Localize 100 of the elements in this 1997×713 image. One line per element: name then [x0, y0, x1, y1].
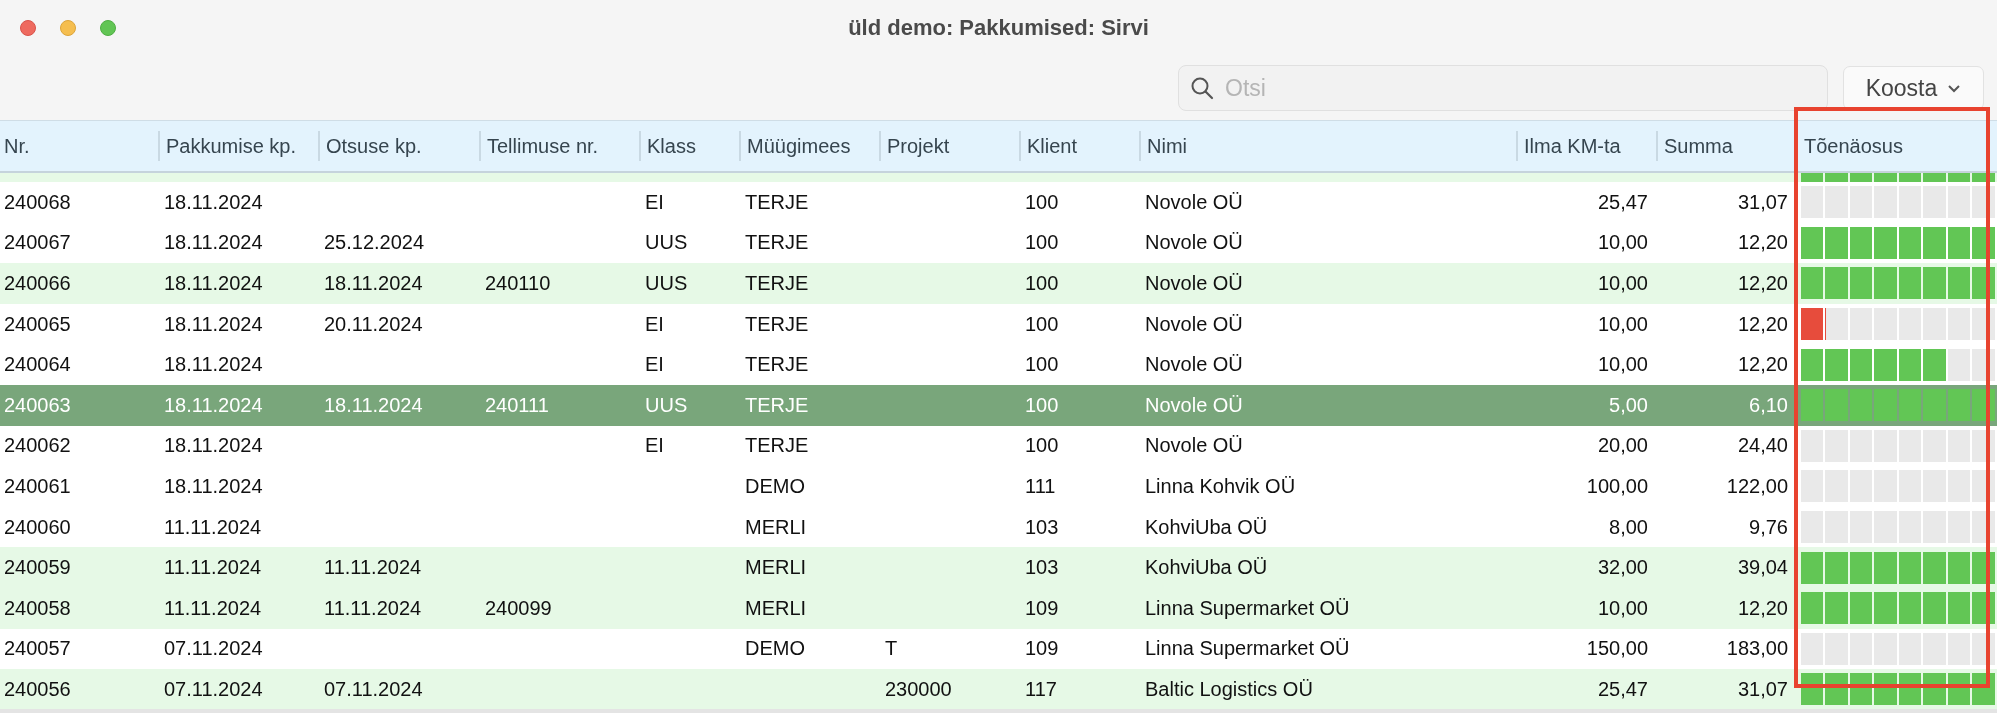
table-cell: 18.11.2024 — [164, 393, 263, 417]
table-cell: TERJE — [745, 231, 809, 255]
table-cell: MERLI — [745, 556, 807, 580]
column-header[interactable]: Nr. — [0, 131, 158, 161]
table-cell: 240060 — [4, 515, 71, 539]
column-header[interactable]: Klient — [1019, 131, 1139, 161]
table-cell: 18.11.2024 — [164, 231, 263, 255]
column-header[interactable]: Müügimees — [739, 131, 879, 161]
table-cell: 240099 — [485, 596, 552, 620]
column-header[interactable]: Otsuse kp. — [318, 131, 479, 161]
column-header[interactable]: Projekt — [879, 131, 1019, 161]
table-cell: 240063 — [4, 393, 71, 417]
table-row[interactable]: 240065 18.11.2024 20.11.2024 EI TERJE 100 Novole OÜ 10,00 12,20 — [0, 303, 1997, 345]
create-menu-button[interactable]: Koosta — [1843, 66, 1984, 110]
table-cell: 109 — [1025, 596, 1059, 620]
table-cell: MERLI — [745, 596, 807, 620]
table-cell: 240111 — [485, 393, 549, 417]
table-cell: T — [885, 637, 898, 661]
table-cell: Novole OÜ — [1145, 393, 1243, 417]
table-row[interactable]: 240057 07.11.2024 DEMO T 109 Linna Supermarket OÜ 150,00 183,00 — [0, 628, 1997, 670]
search-icon — [1190, 76, 1214, 100]
table-cell: 07.11.2024 — [164, 637, 263, 661]
table-cell: 240066 — [4, 272, 71, 295]
table-cell: Novole OÜ — [1145, 231, 1243, 255]
column-header[interactable]: Tellimuse nr. — [479, 131, 639, 161]
table-cell: Novole OÜ — [1145, 353, 1243, 377]
table-cell: 8,00 — [1609, 515, 1648, 539]
table-cell: 11.11.2024 — [164, 596, 262, 620]
table-cell: 25,47 — [1597, 190, 1648, 214]
table-cell: 240068 — [4, 190, 71, 214]
table-cell: 18.11.2024 — [164, 434, 263, 458]
column-header[interactable]: Ilma KM-ta — [1516, 131, 1656, 161]
table-cell: 18.11.2024 — [164, 474, 263, 498]
table-cell: 39,04 — [1737, 556, 1788, 580]
table-cell: 103 — [1025, 556, 1059, 580]
table-cell: 240064 — [4, 353, 71, 377]
window-title: üld demo: Pakkumised: Sirvi — [848, 15, 1149, 40]
table-cell: UUS — [645, 272, 688, 295]
search-field[interactable]: Otsi — [1178, 65, 1828, 111]
column-header[interactable]: Tõenäosus — [1796, 131, 1997, 161]
table-cell: 31,07 — [1737, 190, 1788, 214]
table-cell: 230000 — [885, 677, 952, 701]
table-cell: Linna Supermarket OÜ — [1145, 637, 1350, 661]
table-cell: 111 — [1025, 474, 1056, 498]
table-cell: Linna Kohvik OÜ — [1145, 474, 1296, 498]
column-header[interactable]: Klass — [639, 131, 739, 161]
column-header[interactable]: Pakkumise kp. — [158, 131, 318, 161]
table-cell: DEMO — [745, 637, 805, 661]
table-cell: 9,76 — [1749, 515, 1788, 539]
table-row[interactable]: 240067 18.11.2024 25.12.2024 UUS TERJE 100 Novole OÜ 10,00 12,20 — [0, 222, 1997, 264]
table-row[interactable]: 240056 07.11.2024 07.11.2024 230000 117 Baltic Logistics OÜ 25,47 31,07 — [0, 669, 1997, 709]
table-cell: 100 — [1025, 353, 1059, 377]
table-cell: 100 — [1025, 312, 1059, 336]
table-cell: 100 — [1025, 434, 1059, 458]
zoom-button[interactable] — [100, 20, 116, 36]
minimize-button[interactable] — [60, 20, 76, 36]
table-cell: Baltic Logistics OÜ — [1145, 677, 1313, 701]
table-cell: 240058 — [4, 596, 71, 620]
table-cell: 10,00 — [1597, 596, 1648, 620]
table-cell: 240057 — [4, 637, 71, 661]
table-cell: 117 — [1025, 677, 1057, 701]
table-cell: 31,07 — [1737, 677, 1788, 701]
table-cell: 240067 — [4, 231, 71, 255]
close-button[interactable] — [20, 20, 36, 36]
table-cell: 150,00 — [1586, 637, 1648, 661]
table-row[interactable]: 240061 18.11.2024 DEMO 111 Linna Kohvik OÜ 100,00 122,00 — [0, 466, 1997, 507]
table-cell: 103 — [1025, 515, 1059, 539]
table-cell: 109 — [1025, 637, 1059, 661]
table-cell: 25.12.2024 — [324, 231, 425, 255]
table-row[interactable]: 240060 11.11.2024 MERLI 103 KohviUba OÜ 8,00 9,76 — [0, 506, 1997, 548]
table-cell: 100 — [1025, 231, 1059, 255]
table-cell: 240056 — [4, 677, 71, 701]
table-cell: KohviUba OÜ — [1145, 556, 1268, 580]
table-cell: 240062 — [4, 434, 71, 458]
table-cell: 6,10 — [1749, 393, 1788, 417]
table-row[interactable]: 240062 18.11.2024 EI TERJE 100 Novole OÜ 20,00 24,40 — [0, 425, 1997, 467]
table-cell: 12,20 — [1737, 312, 1788, 336]
table-cell: EI — [645, 353, 664, 377]
table-cell: 240110 — [485, 272, 551, 295]
table-cell: 10,00 — [1597, 353, 1648, 377]
table-cell: 18.11.2024 — [164, 190, 263, 214]
table-row[interactable]: 240059 11.11.2024 11.11.2024 MERLI 103 KohviUba OÜ 32,00 39,04 — [0, 547, 1997, 588]
table-cell: 18.11.2024 — [164, 272, 263, 295]
table-row[interactable]: 240066 18.11.2024 18.11.2024 240110 UUS TERJE 100 Novole OÜ 10,00 12,20 — [0, 263, 1997, 304]
table-cell: 122,00 — [1726, 474, 1788, 498]
table-cell: 12,20 — [1737, 231, 1788, 255]
table-cell: 12,20 — [1737, 596, 1788, 620]
table-cell: 10,00 — [1597, 272, 1648, 295]
table-cell: 12,20 — [1737, 353, 1788, 377]
table-row[interactable]: 240068 18.11.2024 EI TERJE 100 Novole OÜ 25,47 31,07 — [0, 182, 1997, 223]
table-cell: Novole OÜ — [1145, 272, 1243, 295]
column-header[interactable]: Summa — [1656, 131, 1796, 161]
table-cell: 240061 — [4, 474, 71, 498]
table-cell: TERJE — [745, 393, 809, 417]
column-header[interactable]: Nimi — [1139, 131, 1516, 161]
table-cell: 100 — [1025, 190, 1059, 214]
table-cell: EI — [645, 312, 664, 336]
table-row[interactable]: 240058 11.11.2024 11.11.2024 240099 MERLI 109 Linna Supermarket OÜ 10,00 12,20 — [0, 587, 1997, 629]
table-cell: UUS — [645, 393, 688, 417]
table-row[interactable]: 240064 18.11.2024 EI TERJE 100 Novole OÜ 10,00 12,20 — [0, 344, 1997, 385]
